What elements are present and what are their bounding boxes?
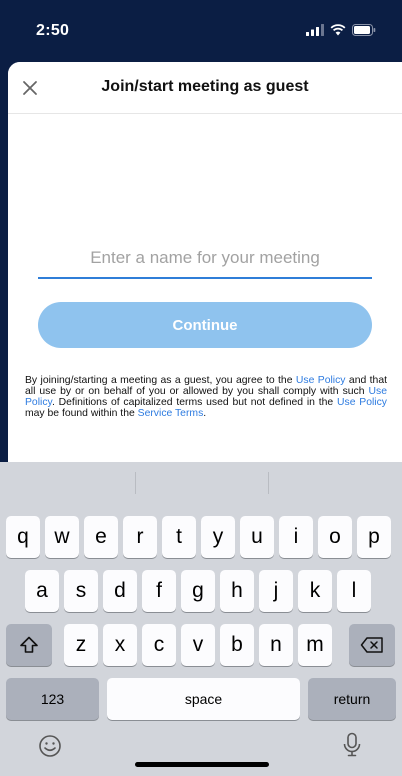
backspace-key[interactable] [349, 624, 395, 666]
key-p[interactable]: p [357, 516, 391, 558]
backspace-icon [360, 637, 383, 653]
key-g[interactable]: g [181, 570, 215, 612]
emoji-icon [39, 735, 61, 757]
key-b[interactable]: b [220, 624, 254, 666]
key-d[interactable]: d [103, 570, 137, 612]
meeting-name-input[interactable] [38, 239, 372, 279]
key-z[interactable]: z [64, 624, 98, 666]
key-j[interactable]: j [259, 570, 293, 612]
key-k[interactable]: k [298, 570, 332, 612]
status-icons [306, 24, 376, 36]
service-terms-link[interactable]: Service Terms [138, 408, 204, 419]
key-o[interactable]: o [318, 516, 352, 558]
key-f[interactable]: f [142, 570, 176, 612]
key-m[interactable]: m [298, 624, 332, 666]
key-t[interactable]: t [162, 516, 196, 558]
page-title: Join/start meeting as guest [101, 78, 309, 95]
key-s[interactable]: s [64, 570, 98, 612]
nav-bar: Join/start meeting as guest [8, 62, 402, 114]
shift-icon [20, 636, 38, 653]
key-y[interactable]: y [201, 516, 235, 558]
suggestion-divider [135, 472, 136, 494]
dictation-key[interactable] [336, 728, 368, 762]
key-i[interactable]: i [279, 516, 313, 558]
continue-button[interactable]: Continue [38, 302, 372, 348]
key-c[interactable]: c [142, 624, 176, 666]
status-time: 2:50 [36, 22, 70, 39]
key-l[interactable]: l [337, 570, 371, 612]
battery-icon [352, 24, 376, 36]
key-u[interactable]: u [240, 516, 274, 558]
home-indicator [135, 762, 269, 767]
key-n[interactable]: n [259, 624, 293, 666]
wifi-icon [330, 24, 346, 36]
use-policy-link[interactable]: Use Policy [337, 397, 387, 408]
legal-notice: By joining/starting a meeting as a guest… [25, 375, 387, 419]
keyboard-suggestion-bar[interactable] [0, 462, 402, 504]
status-bar: 2:50 [0, 0, 402, 62]
key-w[interactable]: w [45, 516, 79, 558]
keyboard: q w e r t y u i o p a s d f g h j k l z … [0, 462, 402, 776]
key-v[interactable]: v [181, 624, 215, 666]
microphone-icon [343, 732, 361, 757]
key-x[interactable]: x [103, 624, 137, 666]
cellular-signal-icon [306, 24, 324, 36]
key-a[interactable]: a [25, 570, 59, 612]
use-policy-link[interactable]: Use Policy [296, 375, 346, 386]
key-r[interactable]: r [123, 516, 157, 558]
return-key[interactable]: return [308, 678, 396, 720]
key-h[interactable]: h [220, 570, 254, 612]
space-key[interactable]: space [107, 678, 300, 720]
numbers-key[interactable]: 123 [6, 678, 99, 720]
suggestion-divider [268, 472, 269, 494]
key-e[interactable]: e [84, 516, 118, 558]
key-q[interactable]: q [6, 516, 40, 558]
emoji-key[interactable] [34, 730, 66, 762]
shift-key[interactable] [6, 624, 52, 666]
